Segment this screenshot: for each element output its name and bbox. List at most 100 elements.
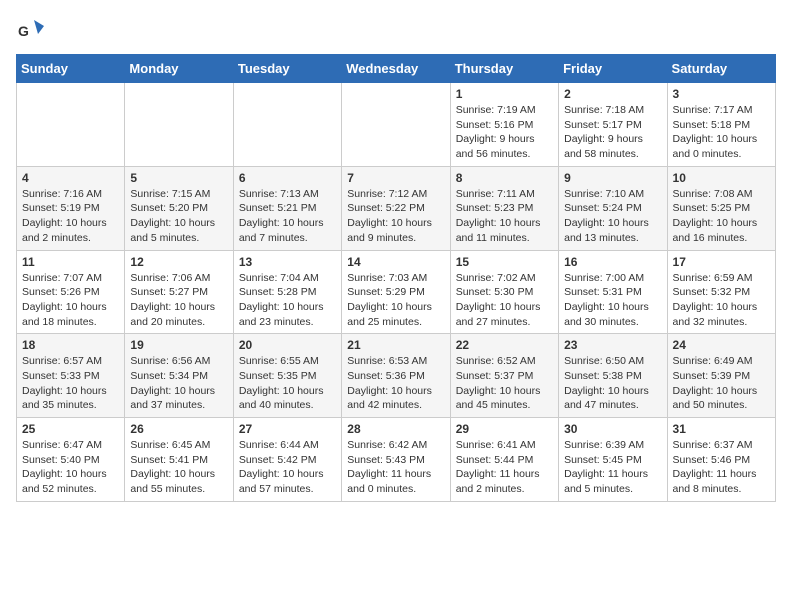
calendar-cell: 9Sunrise: 7:10 AMSunset: 5:24 PMDaylight… <box>559 166 667 250</box>
day-number: 3 <box>673 87 770 101</box>
weekday-header: Monday <box>125 55 233 83</box>
day-info: Sunrise: 7:04 AMSunset: 5:28 PMDaylight:… <box>239 271 336 330</box>
calendar-cell: 8 Sunrise: 7:11 AMSunset: 5:23 PMDaylight… <box>450 166 558 250</box>
calendar-cell: 20Sunrise: 6:55 AMSunset: 5:35 PMDayligh… <box>233 334 341 418</box>
day-info: Sunrise: 7:18 AMSunset: 5:17 PMDaylight:… <box>564 103 661 162</box>
calendar-cell <box>342 83 450 167</box>
day-info: Sunrise: 7:15 AMSunset: 5:20 PMDaylight:… <box>130 187 227 246</box>
calendar-cell: 14 Sunrise: 7:03 AMSunset: 5:29 PMDayligh… <box>342 250 450 334</box>
day-number: 8 <box>456 171 553 185</box>
calendar-cell: 1Sunrise: 7:19 AMSunset: 5:16 PMDaylight… <box>450 83 558 167</box>
calendar-cell: 10 Sunrise: 7:08 AMSunset: 5:25 PMDayligh… <box>667 166 775 250</box>
day-number: 5 <box>130 171 227 185</box>
day-number: 4 <box>22 171 119 185</box>
day-number: 2 <box>564 87 661 101</box>
day-info: Sunrise: 6:37 AMSunset: 5:46 PMDaylight:… <box>673 438 770 497</box>
day-number: 16 <box>564 255 661 269</box>
day-info: Sunrise: 6:52 AMSunset: 5:37 PMDaylight:… <box>456 354 553 413</box>
weekday-header: Wednesday <box>342 55 450 83</box>
day-info: Sunrise: 6:50 AMSunset: 5:38 PMDaylight:… <box>564 354 661 413</box>
day-number: 17 <box>673 255 770 269</box>
weekday-header: Friday <box>559 55 667 83</box>
logo: G <box>16 16 46 44</box>
day-info: Sunrise: 7:13 AMSunset: 5:21 PMDaylight:… <box>239 187 336 246</box>
day-info: Sunrise: 7:11 AMSunset: 5:23 PMDaylight:… <box>456 187 553 246</box>
day-number: 30 <box>564 422 661 436</box>
calendar-body: 1Sunrise: 7:19 AMSunset: 5:16 PMDaylight… <box>17 83 776 502</box>
day-number: 27 <box>239 422 336 436</box>
day-number: 9 <box>564 171 661 185</box>
calendar-cell: 21 Sunrise: 6:53 AMSunset: 5:36 PMDayligh… <box>342 334 450 418</box>
day-number: 11 <box>22 255 119 269</box>
day-number: 25 <box>22 422 119 436</box>
day-number: 18 <box>22 338 119 352</box>
calendar-cell <box>233 83 341 167</box>
day-info: Sunrise: 7:02 AMSunset: 5:30 PMDaylight:… <box>456 271 553 330</box>
calendar-cell: 18 Sunrise: 6:57 AMSunset: 5:33 PMDayligh… <box>17 334 125 418</box>
logo-icon: G <box>16 16 44 44</box>
day-number: 20 <box>239 338 336 352</box>
calendar-cell: 11Sunrise: 7:07 AMSunset: 5:26 PMDayligh… <box>17 250 125 334</box>
day-info: Sunrise: 6:47 AMSunset: 5:40 PMDaylight:… <box>22 438 119 497</box>
calendar-cell: 2 Sunrise: 7:18 AMSunset: 5:17 PMDaylight… <box>559 83 667 167</box>
day-info: Sunrise: 7:16 AMSunset: 5:19 PMDaylight:… <box>22 187 119 246</box>
day-info: Sunrise: 6:57 AMSunset: 5:33 PMDaylight:… <box>22 354 119 413</box>
day-number: 21 <box>347 338 444 352</box>
day-number: 29 <box>456 422 553 436</box>
day-info: Sunrise: 7:00 AMSunset: 5:31 PMDaylight:… <box>564 271 661 330</box>
day-info: Sunrise: 6:42 AMSunset: 5:43 PMDaylight:… <box>347 438 444 497</box>
day-info: Sunrise: 6:39 AMSunset: 5:45 PMDaylight:… <box>564 438 661 497</box>
calendar-cell: 28 Sunrise: 6:42 AMSunset: 5:43 PMDayligh… <box>342 418 450 502</box>
weekday-header: Tuesday <box>233 55 341 83</box>
day-info: Sunrise: 7:08 AMSunset: 5:25 PMDaylight:… <box>673 187 770 246</box>
calendar-cell: 4 Sunrise: 7:16 AMSunset: 5:19 PMDaylight… <box>17 166 125 250</box>
calendar-cell: 26 Sunrise: 6:45 AMSunset: 5:41 PMDayligh… <box>125 418 233 502</box>
day-number: 12 <box>130 255 227 269</box>
day-info: Sunrise: 6:44 AMSunset: 5:42 PMDaylight:… <box>239 438 336 497</box>
day-info: Sunrise: 6:41 AMSunset: 5:44 PMDaylight:… <box>456 438 553 497</box>
day-number: 10 <box>673 171 770 185</box>
day-number: 19 <box>130 338 227 352</box>
calendar-cell: 7Sunrise: 7:12 AMSunset: 5:22 PMDaylight… <box>342 166 450 250</box>
day-number: 31 <box>673 422 770 436</box>
day-number: 14 <box>347 255 444 269</box>
calendar-cell <box>17 83 125 167</box>
calendar-cell: 17 Sunrise: 6:59 AMSunset: 5:32 PMDayligh… <box>667 250 775 334</box>
calendar-week-row: 1Sunrise: 7:19 AMSunset: 5:16 PMDaylight… <box>17 83 776 167</box>
weekday-header: Sunday <box>17 55 125 83</box>
day-info: Sunrise: 6:56 AMSunset: 5:34 PMDaylight:… <box>130 354 227 413</box>
day-info: Sunrise: 6:53 AMSunset: 5:36 PMDaylight:… <box>347 354 444 413</box>
calendar-cell: 22 Sunrise: 6:52 AMSunset: 5:37 PMDayligh… <box>450 334 558 418</box>
calendar-week-row: 11Sunrise: 7:07 AMSunset: 5:26 PMDayligh… <box>17 250 776 334</box>
calendar-cell <box>125 83 233 167</box>
calendar-cell: 3 Sunrise: 7:17 AMSunset: 5:18 PMDaylight… <box>667 83 775 167</box>
day-info: Sunrise: 6:45 AMSunset: 5:41 PMDaylight:… <box>130 438 227 497</box>
calendar-cell: 13 Sunrise: 7:04 AMSunset: 5:28 PMDayligh… <box>233 250 341 334</box>
day-number: 23 <box>564 338 661 352</box>
calendar-cell: 19 Sunrise: 6:56 AMSunset: 5:34 PMDayligh… <box>125 334 233 418</box>
day-info: Sunrise: 7:03 AMSunset: 5:29 PMDaylight:… <box>347 271 444 330</box>
calendar-cell: 29 Sunrise: 6:41 AMSunset: 5:44 PMDayligh… <box>450 418 558 502</box>
day-info: Sunrise: 7:17 AMSunset: 5:18 PMDaylight:… <box>673 103 770 162</box>
calendar-cell: 5 Sunrise: 7:15 AMSunset: 5:20 PMDaylight… <box>125 166 233 250</box>
weekday-header: Thursday <box>450 55 558 83</box>
calendar-week-row: 25 Sunrise: 6:47 AMSunset: 5:40 PMDayligh… <box>17 418 776 502</box>
day-number: 6 <box>239 171 336 185</box>
day-number: 15 <box>456 255 553 269</box>
calendar-cell: 25 Sunrise: 6:47 AMSunset: 5:40 PMDayligh… <box>17 418 125 502</box>
day-number: 22 <box>456 338 553 352</box>
calendar-table: SundayMondayTuesdayWednesdayThursdayFrid… <box>16 54 776 502</box>
day-info: Sunrise: 7:06 AMSunset: 5:27 PMDaylight:… <box>130 271 227 330</box>
calendar-cell: 15 Sunrise: 7:02 AMSunset: 5:30 PMDayligh… <box>450 250 558 334</box>
calendar-cell: 16 Sunrise: 7:00 AMSunset: 5:31 PMDayligh… <box>559 250 667 334</box>
day-number: 13 <box>239 255 336 269</box>
calendar-cell: 24Sunrise: 6:49 AMSunset: 5:39 PMDayligh… <box>667 334 775 418</box>
day-number: 26 <box>130 422 227 436</box>
calendar-cell: 6 Sunrise: 7:13 AMSunset: 5:21 PMDaylight… <box>233 166 341 250</box>
calendar-cell: 30 Sunrise: 6:39 AMSunset: 5:45 PMDayligh… <box>559 418 667 502</box>
day-number: 7 <box>347 171 444 185</box>
calendar-week-row: 18 Sunrise: 6:57 AMSunset: 5:33 PMDayligh… <box>17 334 776 418</box>
day-info: Sunrise: 6:59 AMSunset: 5:32 PMDaylight:… <box>673 271 770 330</box>
weekday-header: Saturday <box>667 55 775 83</box>
day-number: 28 <box>347 422 444 436</box>
